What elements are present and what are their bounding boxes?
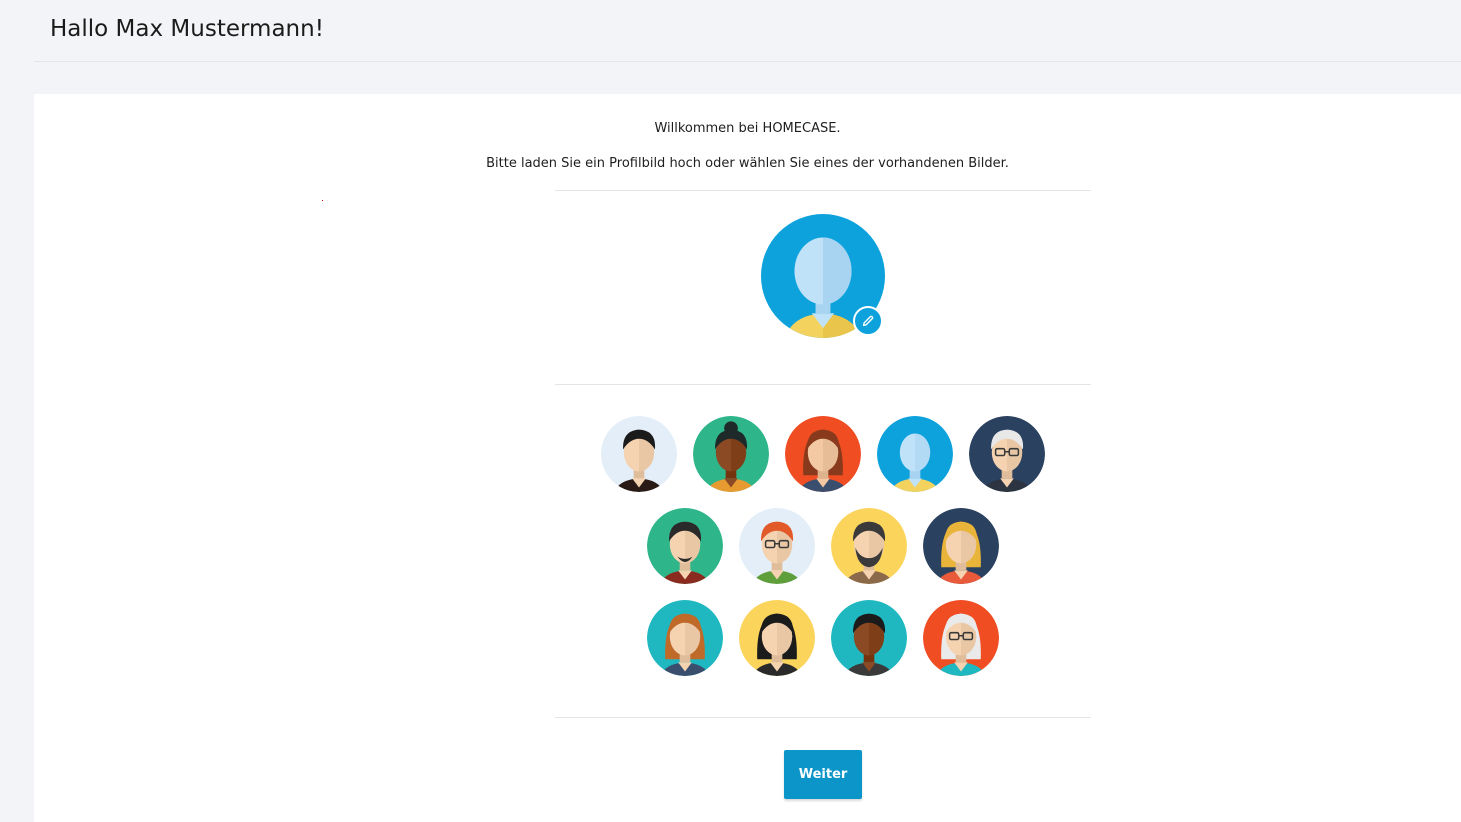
pencil-icon — [862, 315, 874, 327]
avatar-man-redhead-glasses-option[interactable] — [739, 508, 815, 584]
stray-dot — [322, 200, 323, 201]
page-title: Hallo Max Mustermann! — [50, 16, 324, 42]
avatar-man-beard-option[interactable] — [831, 508, 907, 584]
instruction-text: Bitte laden Sie ein Profilbild hoch oder… — [486, 156, 1009, 171]
avatar-man-dark-skin-icon — [831, 600, 907, 676]
welcome-text: Willkommen bei HOMECASE. — [654, 121, 841, 136]
avatar-woman-red-bg-option[interactable] — [785, 416, 861, 492]
avatar-old-woman-glasses-option[interactable] — [923, 600, 999, 676]
avatar-old-man-glasses-option[interactable] — [969, 416, 1045, 492]
avatar-man-black-hair-icon — [601, 416, 677, 492]
avatar-row — [555, 600, 1091, 676]
avatar-man-goatee-icon — [647, 508, 723, 584]
edit-avatar-button[interactable] — [853, 306, 883, 336]
avatar-woman-dark-skin-bun-option[interactable] — [693, 416, 769, 492]
avatar-old-man-glasses-icon — [969, 416, 1045, 492]
avatar-woman-auburn-icon — [647, 600, 723, 676]
avatar-row — [555, 416, 1091, 492]
avatar-row — [555, 508, 1091, 584]
avatar-woman-blonde-option[interactable] — [923, 508, 999, 584]
avatar-default-blue-option[interactable] — [877, 416, 953, 492]
avatar-man-dark-skin-option[interactable] — [831, 600, 907, 676]
avatar-man-goatee-option[interactable] — [647, 508, 723, 584]
avatar-woman-red-bg-icon — [785, 416, 861, 492]
divider — [555, 717, 1091, 718]
avatar-man-black-hair-option[interactable] — [601, 416, 677, 492]
page-header: Hallo Max Mustermann! — [34, 6, 1461, 62]
avatar-woman-blonde-icon — [923, 508, 999, 584]
avatar-woman-auburn-option[interactable] — [647, 600, 723, 676]
weiter-button[interactable]: Weiter — [784, 750, 862, 799]
avatar-man-beard-icon — [831, 508, 907, 584]
avatar-man-redhead-glasses-icon — [739, 508, 815, 584]
current-avatar[interactable] — [761, 214, 885, 338]
avatar-options — [555, 416, 1091, 692]
avatar-default-blue-icon — [877, 416, 953, 492]
avatar-woman-black-hair-icon — [739, 600, 815, 676]
welcome-card: Willkommen bei HOMECASE. Bitte laden Sie… — [34, 94, 1461, 822]
avatar-woman-black-hair-option[interactable] — [739, 600, 815, 676]
avatar-woman-dark-skin-bun-icon — [693, 416, 769, 492]
avatar-old-woman-glasses-icon — [923, 600, 999, 676]
divider — [555, 384, 1091, 385]
divider — [555, 190, 1091, 191]
